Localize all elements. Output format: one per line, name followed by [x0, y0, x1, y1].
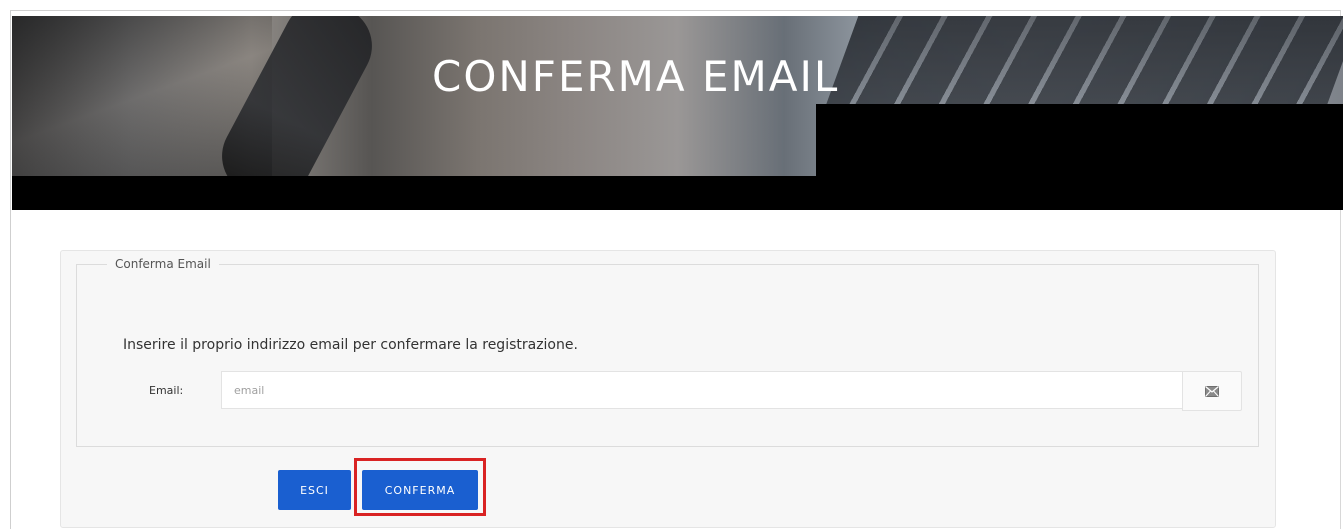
instructions-text: Inserire il proprio indirizzo email per …: [123, 337, 578, 353]
confirm-button[interactable]: CONFERMA: [362, 470, 478, 510]
envelope-icon: [1205, 382, 1219, 401]
confirm-email-panel: Conferma Email Inserire il proprio indir…: [60, 250, 1276, 528]
exit-button[interactable]: ESCI: [278, 470, 351, 510]
banner-black-strip: [12, 176, 1343, 210]
email-addon: [1182, 371, 1242, 411]
page-title: CONFERMA EMAIL: [432, 52, 840, 101]
header-banner: CONFERMA EMAIL: [12, 16, 1343, 210]
email-label: Email:: [149, 384, 184, 397]
email-input[interactable]: [221, 371, 1183, 409]
fieldset-legend: Conferma Email: [115, 257, 211, 271]
confirm-email-fieldset: Conferma Email Inserire il proprio indir…: [76, 257, 1259, 447]
